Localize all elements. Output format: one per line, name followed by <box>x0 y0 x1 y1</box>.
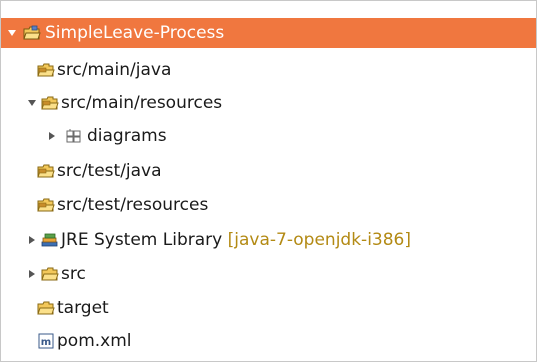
project-explorer-tree: SimpleLeave-Process src/main/java src/ma… <box>0 0 537 362</box>
library-icon <box>41 232 59 248</box>
source-folder-icon <box>41 95 59 111</box>
expanded-twisty-icon[interactable] <box>27 98 37 108</box>
tree-item-simpleleave-process[interactable]: SimpleLeave-Process <box>1 18 536 48</box>
tree-item-label: src/main/resources <box>61 93 223 113</box>
collapsed-twisty-icon[interactable] <box>27 269 37 279</box>
tree-item-src-main-resources[interactable]: src/main/resources <box>1 87 536 120</box>
tree-item-label: target <box>57 298 109 318</box>
maven-file-icon: m <box>38 333 56 349</box>
library-version-decoration: [java-7-openjdk-i386] <box>227 230 411 250</box>
source-folder-icon <box>37 62 55 78</box>
project-folder-icon <box>23 25 41 41</box>
tree-item-label: src <box>61 264 86 284</box>
tree-item-label: diagrams <box>87 126 167 146</box>
tree-item-label: JRE System Library [java-7-openjdk-i386] <box>61 230 411 250</box>
tree-item-target[interactable]: target <box>1 292 536 325</box>
tree-item-label: SimpleLeave-Process <box>45 23 225 43</box>
package-icon <box>65 128 83 144</box>
tree-item-src-main-java[interactable]: src/main/java <box>1 54 536 87</box>
tree-item-src[interactable]: src <box>1 258 536 291</box>
tree-item-label: src/main/java <box>57 60 172 80</box>
tree-item-jre-system-library[interactable]: JRE System Library [java-7-openjdk-i386] <box>1 224 536 257</box>
folder-icon <box>37 300 55 316</box>
tree-item-label: pom.xml <box>57 331 132 351</box>
tree-item-src-test-java[interactable]: src/test/java <box>1 155 536 188</box>
svg-text:m: m <box>41 337 51 348</box>
collapsed-twisty-icon[interactable] <box>47 131 57 141</box>
source-folder-icon <box>37 163 55 179</box>
tree-item-pom-xml[interactable]: m pom.xml <box>1 325 536 358</box>
expanded-twisty-icon[interactable] <box>7 28 17 38</box>
folder-icon <box>41 266 59 282</box>
tree-item-diagrams[interactable]: diagrams <box>1 120 536 153</box>
collapsed-twisty-icon[interactable] <box>27 235 37 245</box>
tree-item-label: src/test/java <box>57 161 162 181</box>
source-folder-icon <box>37 197 55 213</box>
tree-item-src-test-resources[interactable]: src/test/resources <box>1 189 536 222</box>
library-name: JRE System Library <box>61 230 223 250</box>
tree-item-label: src/test/resources <box>57 195 209 215</box>
